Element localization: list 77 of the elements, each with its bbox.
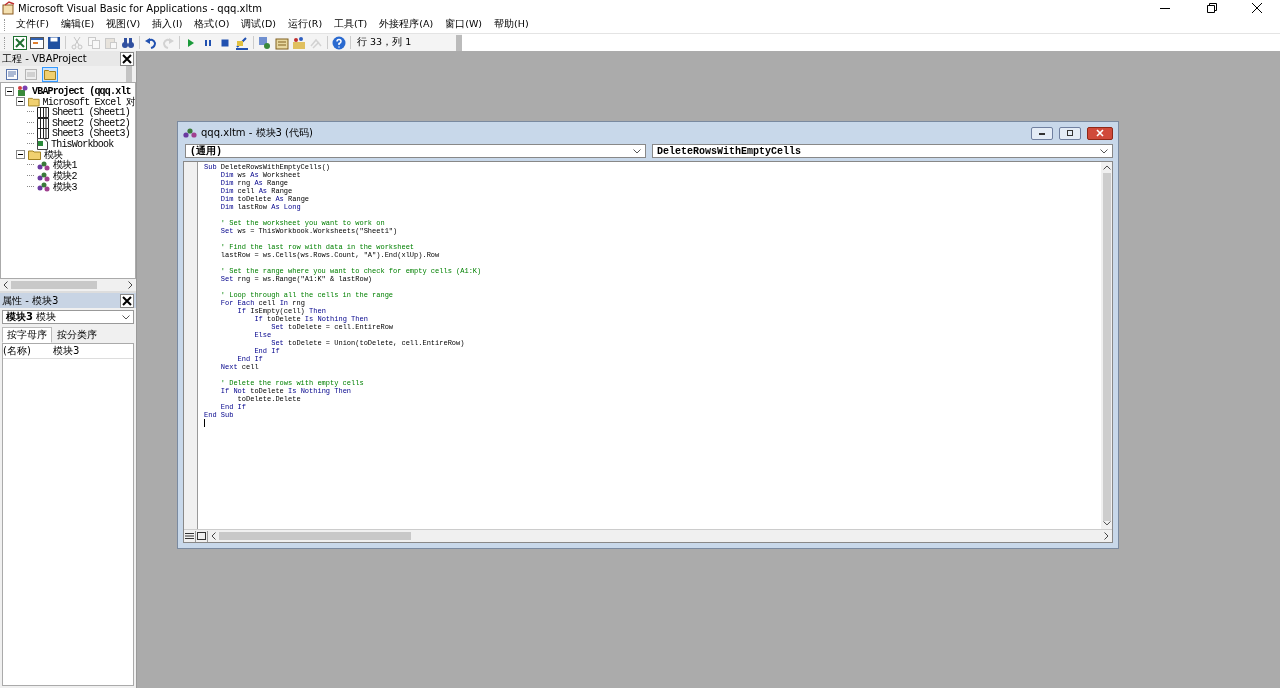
tree-item[interactable]: Sheet2 (Sheet2)	[52, 117, 130, 129]
object-dropdown[interactable]: 模块3 模块	[2, 310, 134, 324]
tree-item[interactable]: Sheet3 (Sheet3)	[52, 128, 130, 140]
module-icon	[37, 159, 50, 171]
window-title: Microsoft Visual Basic for Applications - qqq.xltm	[18, 2, 262, 14]
close-button[interactable]	[1087, 126, 1113, 140]
menu-item[interactable]: 插入(I)	[146, 18, 189, 31]
tree-item[interactable]: ThisWorkbook	[51, 138, 114, 150]
scroll-right-icon[interactable]	[1104, 532, 1109, 540]
scroll-left-icon[interactable]	[3, 281, 8, 289]
scroll-down-icon[interactable]	[1102, 521, 1111, 526]
scroll-left-icon[interactable]	[211, 532, 216, 540]
sheet-icon	[37, 117, 49, 129]
tree-item[interactable]: 模块3	[53, 179, 77, 194]
property-name: (名称)	[3, 344, 32, 358]
minimize-button[interactable]	[1031, 126, 1053, 140]
folder-icon	[28, 96, 40, 108]
module-icon	[183, 127, 197, 139]
undo-icon[interactable]	[144, 35, 158, 50]
tab[interactable]: 按字母序	[2, 327, 52, 343]
chevron-down-icon	[633, 148, 641, 154]
project-icon	[17, 85, 29, 98]
menu-item[interactable]: 编辑(E)	[54, 18, 101, 31]
project-icon[interactable]	[258, 35, 272, 50]
sheet-icon	[37, 107, 49, 118]
maximize-button[interactable]	[1059, 126, 1081, 140]
menu-item[interactable]: 调试(D)	[235, 18, 283, 31]
menu-item[interactable]: 窗口(W)	[439, 18, 489, 31]
folder-icon	[28, 149, 41, 161]
close-icon[interactable]	[120, 293, 134, 308]
panel-title: 属性 - 模块3	[2, 293, 59, 308]
close-icon	[1095, 129, 1105, 137]
menu-item[interactable]: 文件(F)	[10, 18, 55, 31]
vertical-scrollbar[interactable]	[1101, 162, 1112, 529]
window-title: qqq.xltm - 模块3 (代码)	[201, 126, 313, 140]
find-icon[interactable]	[121, 35, 135, 50]
menu-item[interactable]: 运行(R)	[282, 18, 329, 31]
design-icon[interactable]	[235, 35, 249, 50]
scroll-up-icon[interactable]	[1102, 165, 1111, 170]
collapse-toggle[interactable]	[16, 150, 25, 160]
view-code-button[interactable]	[4, 66, 20, 82]
scroll-right-icon[interactable]	[128, 281, 133, 289]
tree-item[interactable]: Sheet1 (Sheet1)	[52, 107, 130, 118]
panel-title: 工程 - VBAProject	[2, 51, 87, 66]
menu-item[interactable]: 格式(O)	[188, 18, 236, 31]
collapse-toggle[interactable]	[16, 97, 25, 107]
chevron-down-icon	[122, 314, 130, 320]
procedure-view-button[interactable]	[184, 530, 196, 542]
form-icon[interactable]	[30, 35, 44, 50]
chevron-down-icon	[1100, 148, 1108, 154]
procedure-dropdown[interactable]: DeleteRowsWithEmptyCells	[652, 144, 1113, 158]
module-icon	[37, 181, 50, 193]
tab[interactable]: 按分类序	[52, 327, 102, 343]
collapse-toggle[interactable]	[5, 86, 14, 96]
full-module-view-button[interactable]	[196, 530, 208, 542]
cursor-position: 行 33，列 1	[357, 36, 412, 49]
excel-icon[interactable]	[13, 35, 27, 50]
menu-item[interactable]: 帮助(H)	[488, 18, 535, 31]
maximize-icon	[1066, 130, 1074, 136]
menu-item[interactable]: 工具(T)	[328, 18, 374, 31]
module-icon	[37, 170, 50, 182]
text-cursor	[204, 419, 205, 427]
workbook-icon	[37, 138, 48, 151]
menu-item[interactable]: 视图(V)	[100, 18, 147, 31]
property-value[interactable]: 模块3	[53, 344, 80, 358]
tree-item[interactable]: 模块	[44, 147, 63, 162]
app-icon	[2, 1, 16, 15]
minimize-icon	[1038, 130, 1046, 136]
menu-item[interactable]: 外接程序(A)	[373, 18, 440, 31]
toolbar-grip[interactable]	[126, 66, 132, 82]
folder-toggle-button[interactable]	[42, 66, 58, 82]
help-icon[interactable]	[332, 35, 346, 50]
save-icon[interactable]	[47, 35, 61, 50]
object-dropdown[interactable]: (通用)	[185, 144, 646, 158]
sheet-icon	[37, 128, 49, 140]
close-icon[interactable]	[120, 51, 134, 66]
tree-item[interactable]: VBAProject (qqq.xlt	[32, 85, 131, 97]
